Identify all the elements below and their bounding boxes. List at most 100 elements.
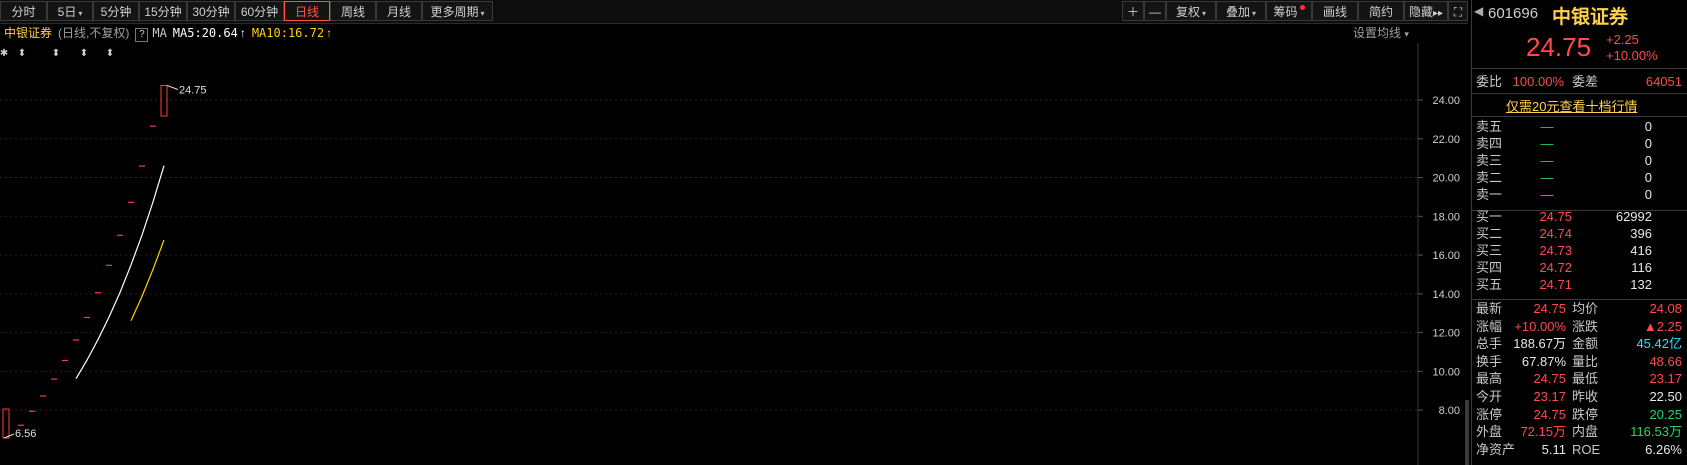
ask-row: 卖四 — 0 [1472, 135, 1687, 152]
stat-label: 最新 [1476, 301, 1503, 316]
bid-price: 24.72 [1539, 260, 1572, 275]
bid-row: 买五 24.71 132 [1472, 276, 1687, 293]
stat-value: 23.17 [1649, 371, 1682, 387]
ratio-value: 100.00% [1512, 74, 1564, 89]
stat-label: 总手 [1476, 336, 1503, 352]
stat-value: 67.87% [1521, 353, 1566, 369]
divider [1472, 68, 1687, 69]
ask-row: 卖五 — 0 [1472, 118, 1687, 135]
ask-volume: 0 [1644, 136, 1652, 151]
stat-label: 涨停 [1476, 406, 1503, 422]
ask-level-label: 卖五 [1476, 119, 1503, 134]
stat-value: 24.75 [1533, 406, 1566, 422]
y-tick-label: 22.00 [1432, 134, 1460, 146]
chart-grid [0, 99, 1418, 411]
ask-price: — [1540, 170, 1554, 185]
bid-price: 24.75 [1539, 209, 1572, 224]
bid-level-label: 买三 [1476, 243, 1503, 258]
bid-price: 24.73 [1539, 243, 1572, 258]
ask-level-label: 卖四 [1476, 136, 1503, 151]
stat-row: 换手 67.87% 量比 48.66 [1472, 353, 1687, 370]
event-marker-icon: ⬍ [80, 48, 88, 59]
diff-value: 64051 [1645, 74, 1682, 89]
stat-value: ▲2.25 [1643, 318, 1682, 334]
stat-label: 跌停 [1572, 406, 1599, 422]
divider [1472, 93, 1687, 94]
ask-level-label: 卖二 [1476, 170, 1503, 185]
ask-volume: 0 [1644, 119, 1652, 134]
stat-row: 外盘 72.15万 内盘 116.53万 [1472, 423, 1687, 440]
ask-row: 卖三 — 0 [1472, 152, 1687, 169]
stat-value: 45.42亿 [1636, 336, 1682, 352]
stat-value: 24.75 [1533, 301, 1566, 316]
event-marker-icon: ⬍ [52, 48, 60, 59]
ask-price: — [1540, 136, 1554, 151]
candle-body [160, 84, 168, 117]
stat-label: 量比 [1572, 353, 1599, 369]
bid-level-label: 买五 [1476, 277, 1503, 292]
bid-price: 24.74 [1539, 226, 1572, 241]
stat-row: 最新 24.75 均价 24.08 [1472, 300, 1687, 317]
stat-row: 涨幅 +10.00% 涨跌 ▲2.25 [1472, 318, 1687, 335]
stat-label: 涨跌 [1572, 318, 1599, 334]
bid-volume: 132 [1630, 277, 1652, 292]
stat-row: 总手 188.67万 金额 45.42亿 [1472, 335, 1687, 352]
stat-row: 涨停 24.75 跌停 20.25 [1472, 406, 1687, 423]
kline-chart[interactable]: 24.00 22.00 20.00 18.00 16.00 14.00 12.00 10.00… [0, 0, 1470, 465]
y-tick-label: 18.00 [1432, 211, 1460, 223]
min-price-label: 6.56 [15, 428, 36, 440]
bid-row: 买四 24.72 116 [1472, 259, 1687, 276]
stat-value: 5.11 [1541, 441, 1566, 457]
y-tick-label: 12.00 [1432, 328, 1460, 340]
stat-label: 涨幅 [1476, 318, 1503, 334]
stat-value: 23.17 [1533, 389, 1566, 404]
event-marker-icon: ⬍ [18, 48, 26, 59]
stat-label: 内盘 [1572, 424, 1599, 440]
price-axis: 24.00 22.00 20.00 18.00 16.00 14.00 12.00 10.00… [1418, 95, 1460, 417]
axis-scrollbar[interactable] [1465, 400, 1469, 465]
stat-label: 均价 [1572, 301, 1599, 316]
y-tick-label: 8.00 [1439, 405, 1460, 417]
max-label-pointer [166, 85, 179, 90]
ask-volume: 0 [1644, 170, 1652, 185]
price-change: +2.25 [1606, 32, 1639, 47]
stat-label: 外盘 [1476, 424, 1503, 440]
stat-label: 最高 [1476, 371, 1503, 387]
stat-value: 24.08 [1649, 301, 1682, 316]
stat-value: 48.66 [1649, 353, 1682, 369]
stat-label: 昨收 [1572, 389, 1599, 404]
bid-volume: 62992 [1615, 209, 1652, 224]
ask-row: 卖一 — 0 [1472, 186, 1687, 203]
stat-value: 24.75 [1533, 371, 1566, 387]
stat-label: 今开 [1476, 389, 1503, 404]
prev-stock-arrow-icon[interactable]: ◀ [1474, 4, 1483, 18]
bid-volume: 116 [1631, 260, 1652, 275]
bid-volume: 396 [1630, 226, 1652, 241]
bid-level-label: 买一 [1476, 209, 1503, 224]
y-tick-label: 10.00 [1432, 366, 1460, 378]
y-tick-label: 20.00 [1432, 173, 1460, 185]
quote-panel: ◀ 601696 中银证券 24.75 +2.25 +10.00% 委比 100… [1471, 0, 1687, 465]
max-price-label: 24.75 [179, 84, 207, 96]
stat-label: 换手 [1476, 353, 1503, 369]
stat-row: 今开 23.17 昨收 22.50 [1472, 388, 1687, 405]
current-price: 24.75 [1526, 32, 1592, 62]
stat-value: 72.15万 [1520, 424, 1566, 440]
extreme-labels: 24.75 6.56 [3, 84, 207, 440]
ratio-label: 委比 [1476, 74, 1503, 89]
ask-volume: 0 [1644, 187, 1652, 202]
ask-volume: 0 [1644, 153, 1652, 168]
ask-level-label: 卖三 [1476, 153, 1503, 168]
stat-label: 最低 [1572, 371, 1599, 387]
event-marker-icon: ⬍ [106, 48, 114, 59]
bid-price: 24.71 [1539, 277, 1572, 292]
stock-code: 601696 [1488, 5, 1539, 22]
diff-label: 委差 [1572, 74, 1599, 89]
stat-value: +10.00% [1514, 318, 1566, 334]
ask-price: — [1540, 153, 1554, 168]
candle-body [2, 408, 10, 439]
bid-level-label: 买二 [1476, 226, 1503, 241]
stat-row: 最高 24.75 最低 23.17 [1472, 370, 1687, 387]
order-ratio-row: 委比 100.00% 委差 64051 [1472, 73, 1687, 90]
level10-promo-link[interactable]: 仅需20元查看十档行情 [1506, 96, 1637, 115]
